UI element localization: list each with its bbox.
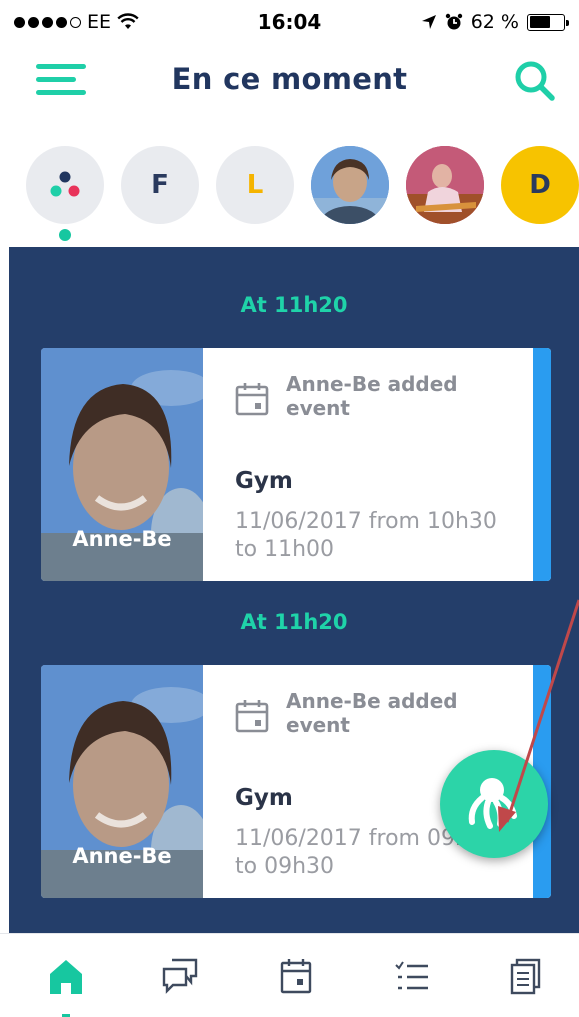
documents-icon [510,958,541,995]
tab-calendar[interactable] [274,956,318,996]
bottom-tab-bar [0,933,579,1017]
calendar-icon [280,959,312,994]
tab-lists[interactable] [390,956,434,996]
annotation-arrow [498,599,579,832]
chat-icon [162,958,198,994]
home-icon [50,960,82,994]
tab-documents[interactable] [505,956,549,996]
checklist-icon [395,961,428,990]
tab-home[interactable] [44,956,88,996]
tab-messages[interactable] [158,956,202,996]
